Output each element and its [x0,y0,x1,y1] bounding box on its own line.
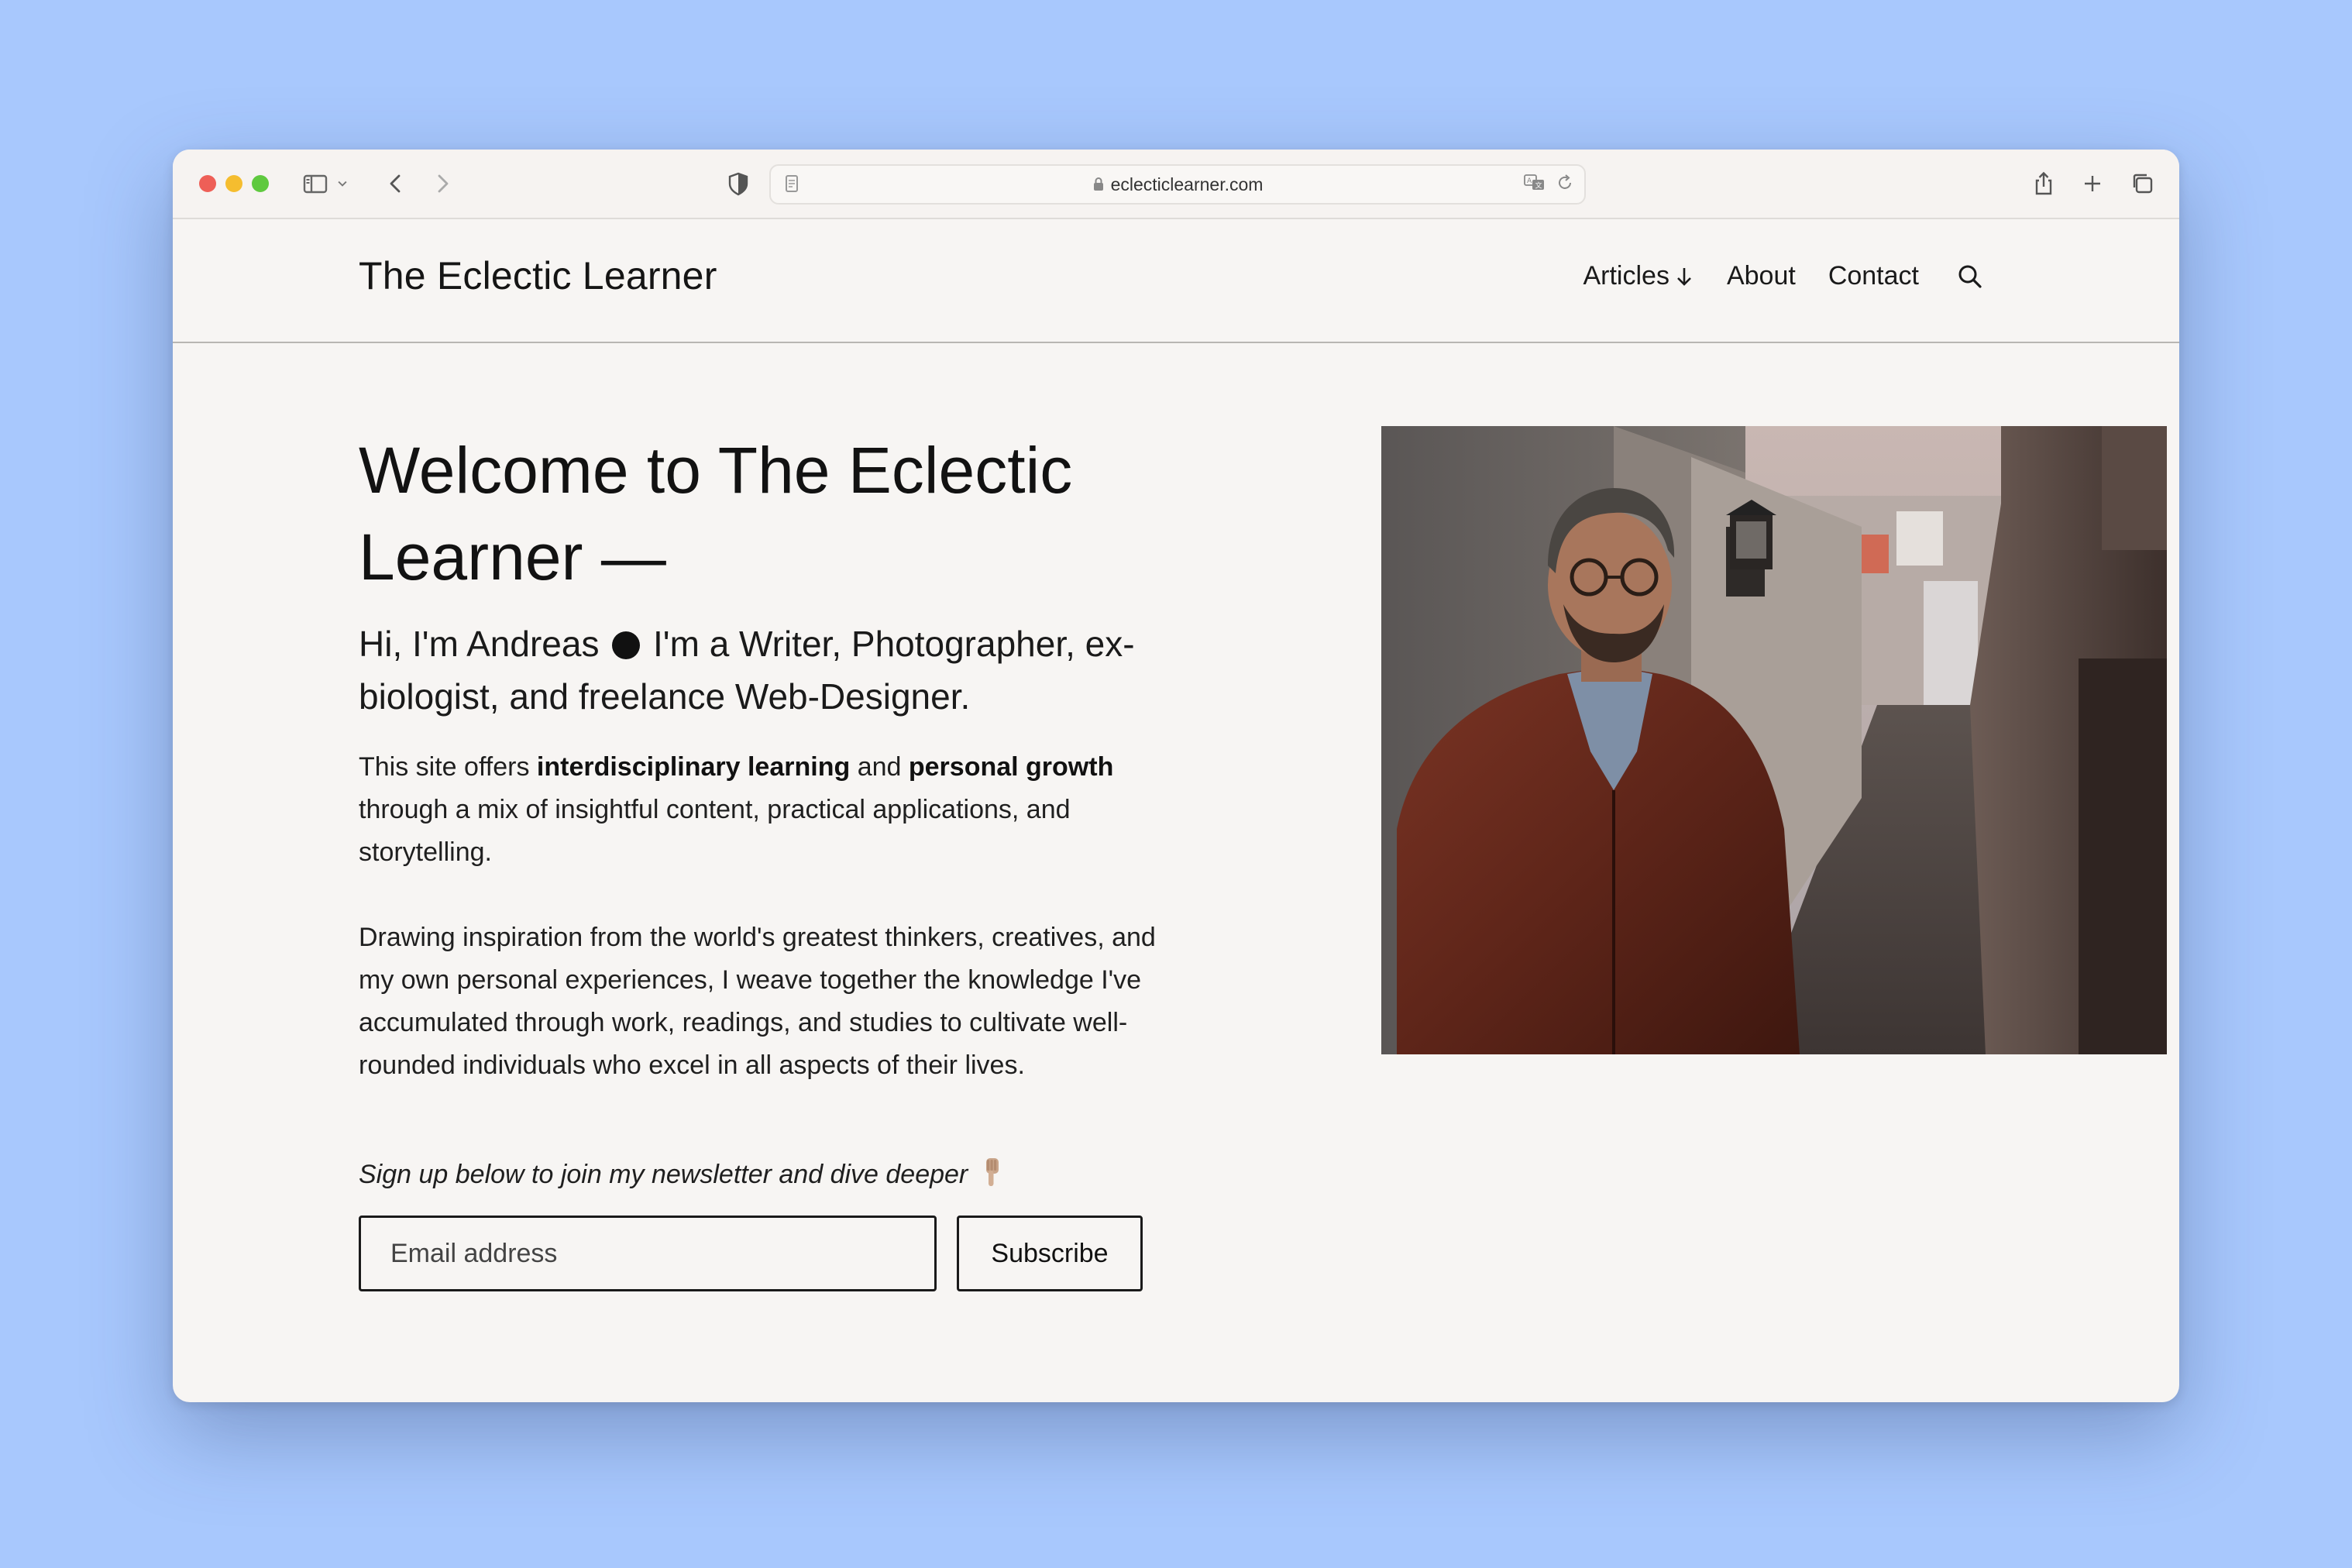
translate-icon[interactable]: A文 [1522,173,1547,198]
arrow-down-icon [1674,265,1694,288]
reload-icon[interactable] [1555,173,1575,198]
signup-note: Sign up below to join my newsletter and … [359,1157,1003,1195]
back-icon[interactable] [379,167,413,201]
nav-about[interactable]: About [1727,261,1796,291]
bold-text: interdisciplinary learning [536,752,851,782]
nav-articles-label: Articles [1583,261,1669,291]
url-text: eclecticlearner.com [1110,174,1264,194]
site-title[interactable]: The Eclectic Learner [359,253,717,298]
lock-icon [1092,177,1105,192]
pointing-down-hand-icon [982,1157,1003,1195]
close-window-button[interactable] [199,175,216,192]
nav-contact[interactable]: Contact [1828,261,1919,291]
tabs-icon[interactable] [2126,167,2160,201]
reader-icon[interactable] [782,174,802,198]
hero-title: Welcome to The Eclectic Learner — [359,434,1073,593]
nav-articles[interactable]: Articles [1583,261,1694,291]
chevron-down-icon[interactable] [331,167,354,201]
intro-before: Hi, I'm Andreas [359,624,600,664]
browser-toolbar: eclecticlearner.com A文 [173,150,2179,219]
intro-paragraph: This site offers interdisciplinary learn… [359,746,1164,874]
bold-text: personal growth [908,752,1114,782]
plus-icon[interactable] [2075,167,2110,201]
main-nav: Articles About Contact [1550,261,1984,291]
portrait-photo [1381,426,2167,1054]
address-bar[interactable]: eclecticlearner.com A文 [769,164,1586,205]
share-icon[interactable] [2027,167,2061,201]
subscribe-button[interactable]: Subscribe [957,1216,1143,1291]
forward-icon[interactable] [425,167,459,201]
inspiration-paragraph: Drawing inspiration from the world's gre… [359,923,1156,1080]
svg-text:文: 文 [1535,181,1542,191]
sidebar-icon[interactable] [298,167,332,201]
site-header: The Eclectic Learner Articles About Cont… [173,218,2179,343]
paragraph-text: through a mix of insightful content, pra… [359,795,1071,867]
svg-text:A: A [1527,177,1532,185]
zoom-window-button[interactable] [252,175,269,192]
signup-note-text: Sign up below to join my newsletter and … [359,1160,968,1189]
black-circle-icon [612,631,641,659]
paragraph-text: and [850,752,909,782]
shield-icon[interactable] [721,167,755,201]
email-field[interactable] [359,1216,937,1291]
browser-window: eclecticlearner.com A文 The Eclectic Lear… [173,150,2179,1402]
minimize-window-button[interactable] [225,175,242,192]
paragraph-text: This site offers [359,752,537,782]
intro-text: Hi, I'm Andreas I'm a Writer, Photograph… [359,617,1180,723]
search-icon[interactable] [1956,263,1984,291]
